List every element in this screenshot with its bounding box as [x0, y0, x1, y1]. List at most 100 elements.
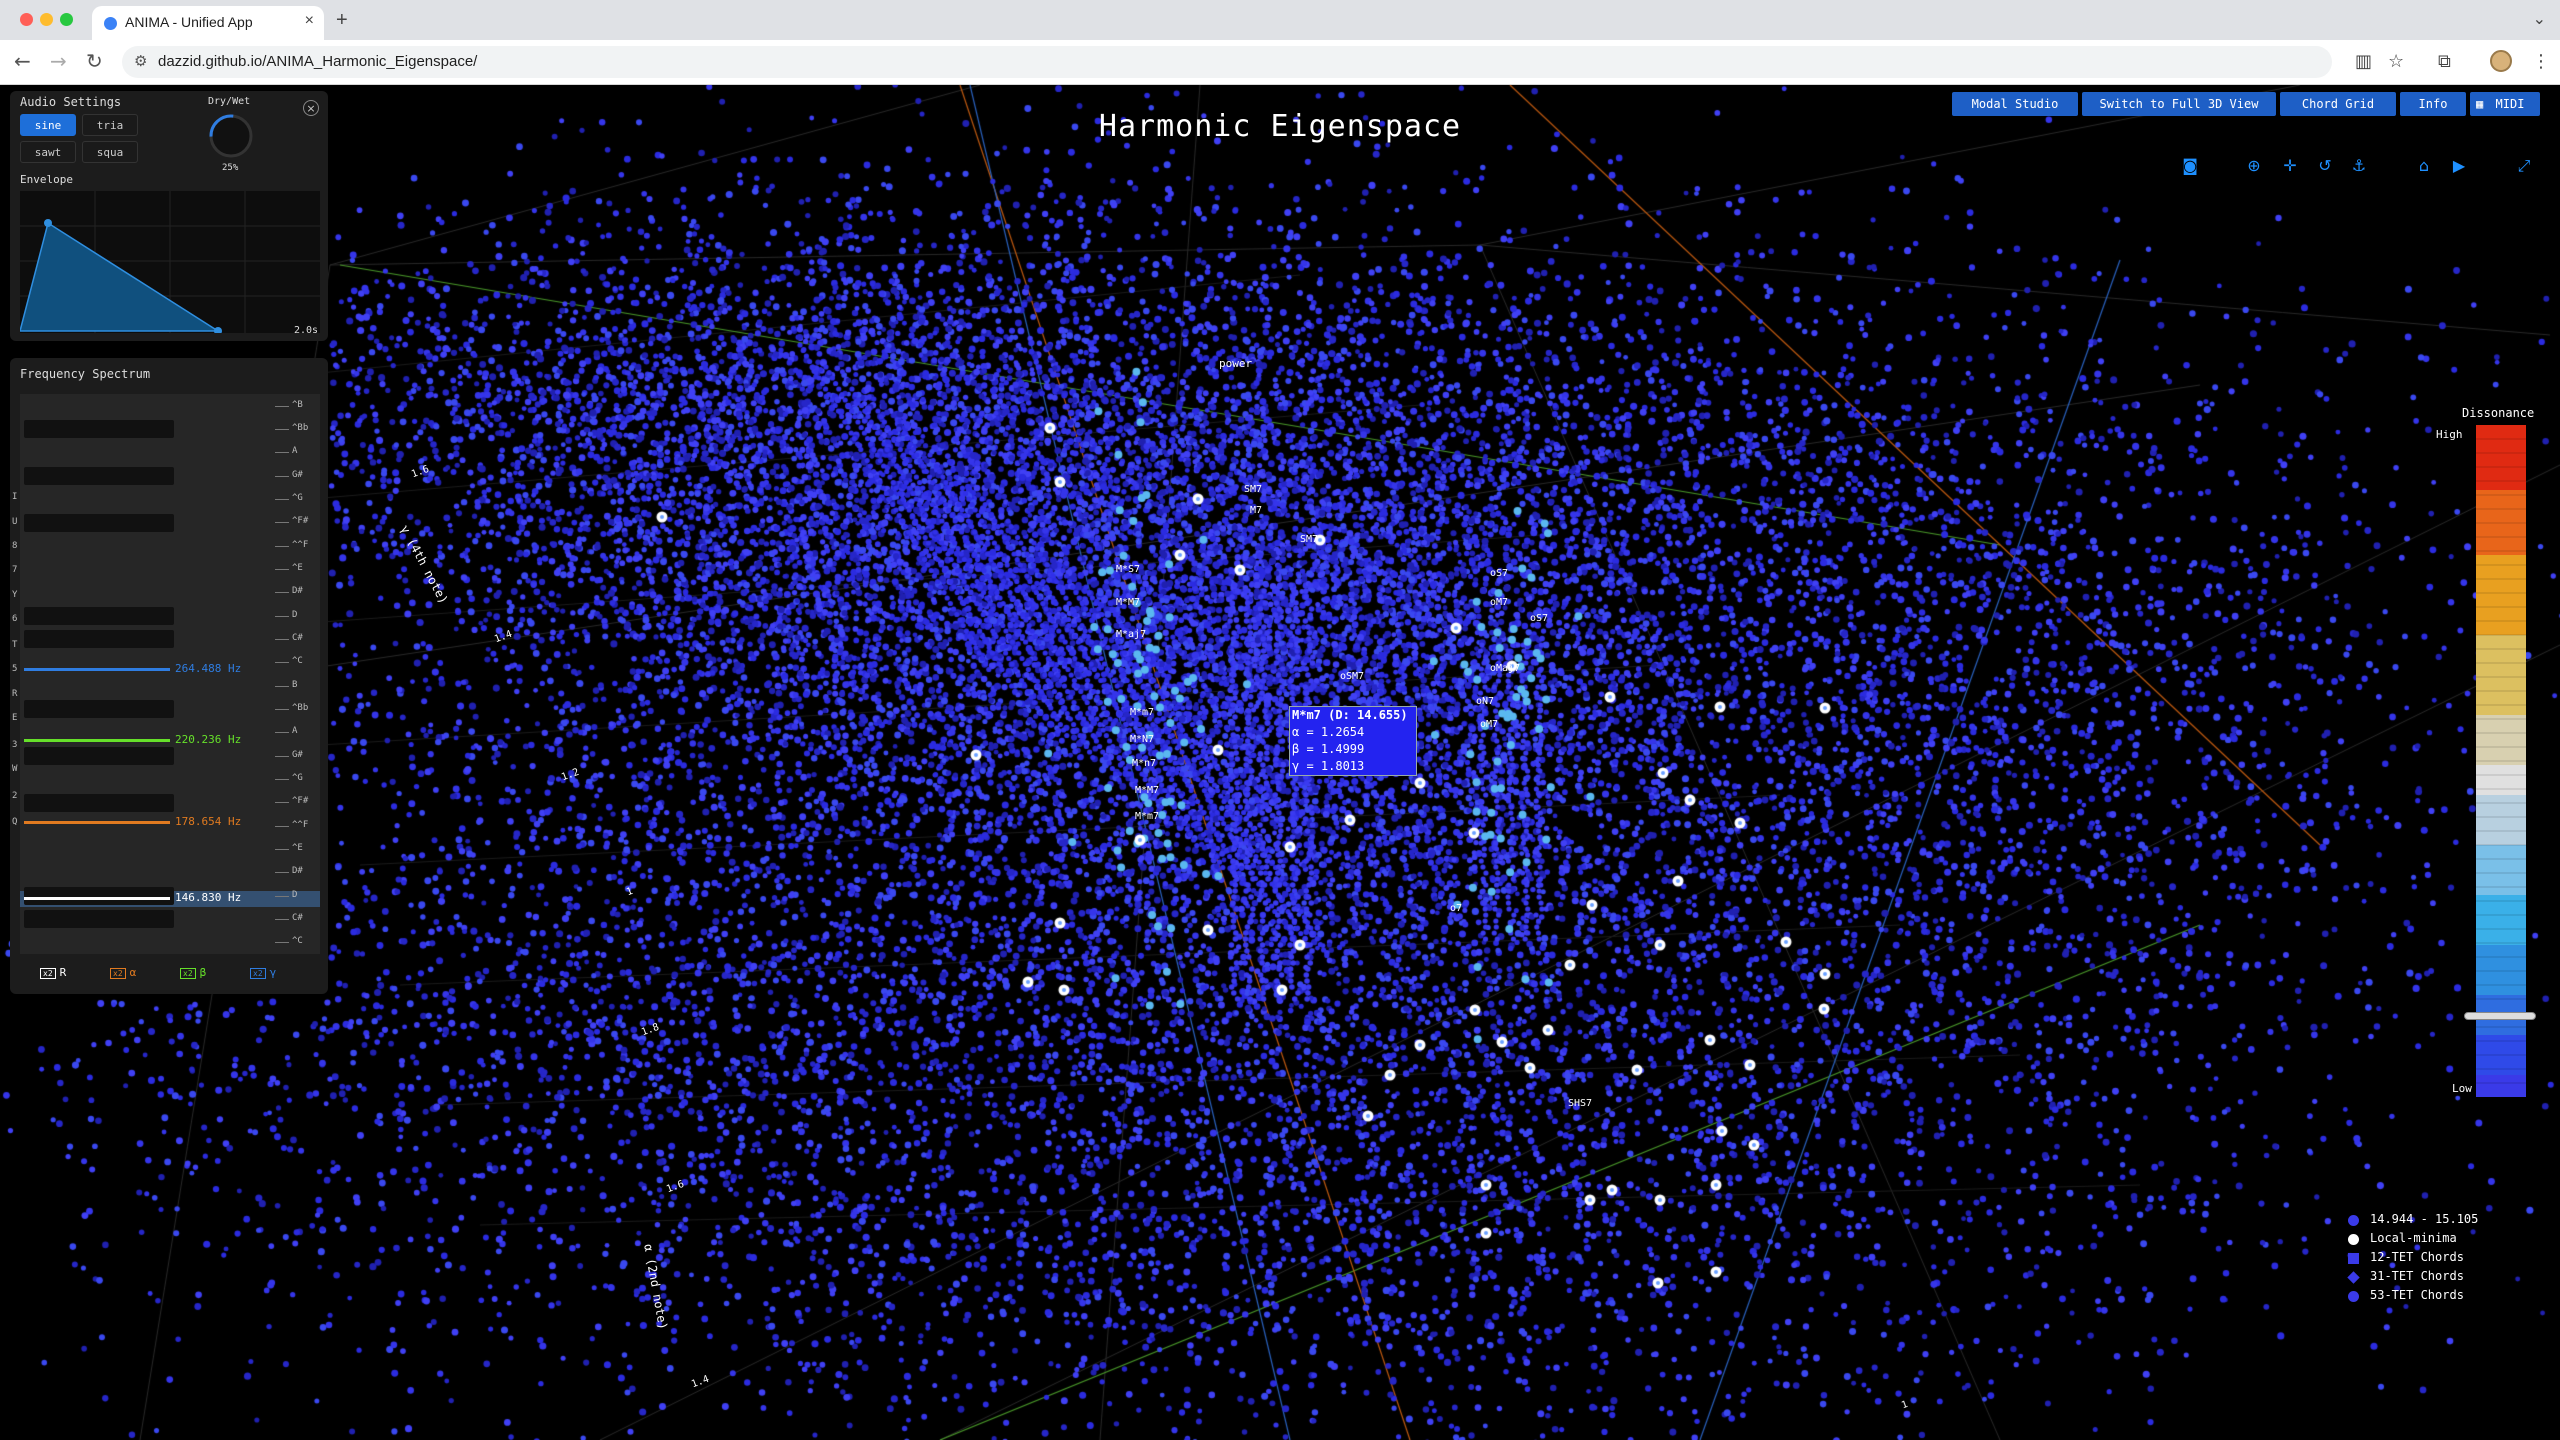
switch-3d-view-button[interactable]: Switch to Full 3D View — [2082, 92, 2276, 116]
spectrum-black-key[interactable] — [24, 700, 174, 719]
keyboard-shortcut-label: Y — [12, 590, 18, 600]
audio-settings-panel: Audio Settings sine tria sawt squa Dry/W… — [10, 91, 328, 341]
frequency-line — [24, 668, 170, 671]
site-info-icon[interactable]: ⚙ — [134, 52, 147, 70]
spectrum-note-label: D# — [292, 586, 303, 597]
chord-label: SM7 — [1300, 534, 1319, 545]
dissonance-threshold-slider[interactable] — [2464, 1012, 2536, 1021]
eigenspace-3d-canvas[interactable] — [0, 85, 2560, 1440]
drywet-knob[interactable] — [206, 111, 256, 161]
bookmark-star-icon[interactable]: ☆ — [2388, 51, 2404, 72]
spectrum-black-key[interactable] — [24, 747, 174, 765]
screenshot-camera-icon[interactable]: ◙ — [2179, 155, 2201, 177]
spectrum-voice-toggle[interactable]: x2 β — [180, 966, 206, 979]
spectrum-black-key[interactable] — [24, 467, 174, 485]
voice-multiplier-badge: x2 — [180, 968, 196, 979]
orbit-icon[interactable]: ↺ — [2314, 155, 2336, 177]
chord-label: oMaj7 — [1490, 663, 1521, 674]
chord-grid-button[interactable]: Chord Grid — [2280, 92, 2396, 116]
spectrum-note-label: ^Bb — [292, 703, 309, 713]
frequency-value: 146.830 Hz — [175, 891, 242, 904]
waveform-sawtooth-button[interactable]: sawt — [20, 141, 76, 163]
keyboard-shortcut-label: 8 — [12, 541, 18, 551]
spectrum-note-label: ^E — [292, 563, 303, 573]
spectrum-note-label: ^^F — [292, 539, 309, 550]
spectrum-black-key[interactable] — [24, 607, 174, 625]
forward-icon[interactable]: → — [50, 49, 67, 73]
tab-title: ANIMA - Unified App — [125, 14, 253, 30]
spectrum-note-tick — [275, 779, 289, 780]
new-tab-button[interactable]: + — [336, 9, 348, 32]
spectrum-voice-toggle[interactable]: x2 α — [110, 966, 136, 979]
spectrum-black-key[interactable] — [24, 513, 174, 532]
spectrum-note-label: D — [292, 889, 298, 900]
home-view-icon[interactable]: ⌂ — [2413, 155, 2435, 177]
spectrum-note-tick — [275, 499, 289, 500]
address-bar[interactable]: ⚙ dazzid.github.io/ANIMA_Harmonic_Eigens… — [122, 46, 2332, 78]
modal-studio-button[interactable]: Modal Studio — [1952, 92, 2078, 116]
reload-icon[interactable]: ↻ — [86, 49, 103, 73]
midi-icon: ▦ — [2476, 97, 2484, 111]
tab-search-icon[interactable]: ⌄ — [2533, 9, 2546, 29]
spectrum-note-label: ^Bb — [292, 423, 309, 433]
browser-tab[interactable]: ANIMA - Unified App × — [92, 6, 324, 40]
spectrum-note-label: ^F# — [292, 796, 309, 807]
zoom-window-button[interactable] — [60, 13, 73, 26]
close-window-button[interactable] — [20, 13, 33, 26]
spectrum-note-label: ^E — [292, 843, 303, 853]
keyboard-shortcut-label: 2 — [12, 791, 18, 801]
chord-label: oN7 — [1476, 696, 1495, 707]
dissonance-scale-segment — [2476, 635, 2526, 715]
pan-icon[interactable]: ✛ — [2279, 155, 2301, 177]
circle-marker-icon — [2348, 1234, 2359, 1245]
dissonance-high-label: High — [2436, 428, 2463, 441]
extensions-icon[interactable]: ⧉ — [2438, 51, 2451, 72]
spectrum-note-tick — [275, 802, 289, 804]
browser-menu-icon[interactable]: ⋮ — [2532, 51, 2550, 72]
spectrum-keyboard[interactable]: ^B ^Bb A G# ^G ^F# ^^F ^E D# D C# ^C B ^Bb A G# ^G ^F# ^^F… — [20, 394, 320, 954]
video-camera-icon[interactable]: ▶ — [2448, 155, 2470, 177]
anchor-icon[interactable]: ⚓ — [2348, 155, 2370, 177]
back-icon[interactable]: ← — [14, 49, 31, 73]
midi-button[interactable]: ▦ MIDI — [2470, 92, 2540, 116]
spectrum-black-key[interactable] — [24, 887, 174, 905]
spectrum-note-tick — [275, 919, 289, 920]
spectrum-black-key[interactable] — [24, 420, 174, 439]
keyboard-shortcut-label: R — [12, 689, 18, 699]
frequency-spectrum-panel: Frequency Spectrum ^B ^Bb A G# ^G ^F# ^^F ^E D# D… — [10, 358, 328, 994]
keyboard-shortcut-label: 5 — [12, 664, 18, 674]
keyboard-shortcut-label: I — [12, 492, 18, 502]
spectrum-note-tick — [275, 569, 289, 570]
profile-avatar[interactable] — [2490, 50, 2512, 72]
spectrum-black-key[interactable] — [24, 910, 174, 929]
spectrum-black-key[interactable] — [24, 630, 174, 649]
spectrum-note-label: B — [292, 679, 298, 690]
fullscreen-icon[interactable]: ⤢ — [2513, 155, 2535, 177]
zoom-icon[interactable]: ⊕ — [2243, 155, 2265, 177]
envelope-graph[interactable] — [20, 191, 320, 333]
minimize-window-button[interactable] — [40, 13, 53, 26]
legend-label: Local-minima — [2370, 1231, 2457, 1245]
waveform-sine-button[interactable]: sine — [20, 114, 76, 136]
attack-handle[interactable] — [44, 219, 52, 227]
voice-multiplier-badge: x2 — [110, 968, 126, 979]
url-text[interactable]: dazzid.github.io/ANIMA_Harmonic_Eigenspa… — [158, 53, 477, 70]
legend-label: 31-TET Chords — [2370, 1269, 2464, 1283]
tooltip-gamma: γ = 1.8013 — [1292, 759, 1365, 773]
close-tab-icon[interactable]: × — [305, 12, 314, 30]
chord-tooltip: M*m7 (D: 14.655) α = 1.2654 β = 1.4999 γ… — [1289, 706, 1417, 776]
reader-mode-icon[interactable]: ▥ — [2355, 51, 2372, 72]
waveform-triangle-button[interactable]: tria — [82, 114, 138, 136]
spectrum-black-key[interactable] — [24, 793, 174, 812]
info-button[interactable]: Info — [2400, 92, 2466, 116]
chord-label: M*M7 — [1135, 785, 1160, 796]
voice-label: R — [59, 966, 67, 979]
close-panel-icon[interactable]: × — [303, 100, 319, 116]
keyboard-shortcut-label: 7 — [12, 565, 18, 575]
spectrum-note-tick — [275, 475, 289, 477]
spectrum-voice-toggle[interactable]: x2 R — [40, 966, 66, 979]
waveform-square-button[interactable]: squa — [82, 141, 138, 163]
chord-label: M*M7 — [1116, 597, 1141, 608]
legend-label: 14.944 - 15.105 — [2370, 1212, 2479, 1226]
spectrum-voice-toggle[interactable]: x2 γ — [250, 966, 276, 979]
